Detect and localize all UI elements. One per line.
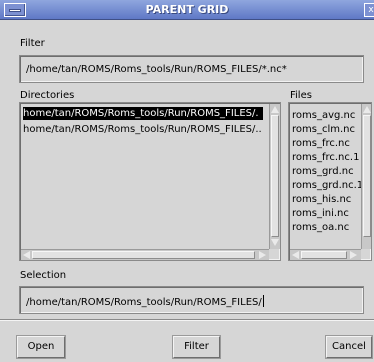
file-item[interactable]: roms_frc.nc (292, 137, 350, 150)
files-vertical-thumb[interactable] (363, 115, 371, 237)
scroll-up-arrow-icon[interactable] (363, 106, 371, 113)
directory-item[interactable]: home/tan/ROMS/Roms_tools/Run/ROMS_FILES/… (23, 123, 262, 136)
directories-horizontal-thumb[interactable] (32, 251, 255, 259)
file-item[interactable]: roms_oa.nc (292, 221, 349, 234)
files-horizontal-thumb[interactable] (301, 251, 347, 259)
directories-horizontal-scrollbar[interactable] (21, 249, 269, 260)
open-button[interactable]: Open (17, 336, 65, 358)
file-item[interactable]: roms_frc.nc.1 (292, 151, 359, 164)
window-close-button[interactable]: x (364, 3, 374, 17)
selection-input[interactable]: /home/tan/ROMS/Roms_tools/Run/ROMS_FILES… (19, 286, 364, 314)
directory-item[interactable]: home/tan/ROMS/Roms_tools/Run/ROMS_FILES/… (23, 107, 263, 120)
button-separator (0, 319, 374, 321)
directories-label: Directories (20, 90, 75, 101)
window-title: PARENT GRID (145, 3, 229, 16)
parent-grid-dialog: PARENT GRID x Filter /home/tan/ROMS/Roms… (0, 0, 374, 362)
text-caret (262, 295, 264, 307)
filter-input-text: /home/tan/ROMS/Roms_tools/Run/ROMS_FILES… (26, 64, 287, 75)
selection-input-text: /home/tan/ROMS/Roms_tools/Run/ROMS_FILES… (26, 295, 264, 308)
scroll-right-arrow-icon[interactable] (259, 251, 266, 259)
directories-list[interactable]: home/tan/ROMS/Roms_tools/Run/ROMS_FILES/… (19, 102, 281, 261)
selection-value: /home/tan/ROMS/Roms_tools/Run/ROMS_FILES… (26, 297, 262, 308)
file-item[interactable]: roms_grd.nc.1 (292, 179, 363, 192)
scroll-left-arrow-icon[interactable] (23, 251, 30, 259)
file-item[interactable]: roms_his.nc (292, 193, 351, 206)
files-label: Files (290, 90, 312, 101)
filter-button[interactable]: Filter (173, 336, 220, 358)
file-item[interactable]: roms_ini.nc (292, 207, 349, 220)
directories-vertical-thumb[interactable] (271, 115, 279, 237)
cancel-button[interactable]: Cancel (326, 336, 372, 358)
scroll-down-arrow-icon[interactable] (271, 239, 279, 246)
file-item[interactable]: roms_clm.nc (292, 123, 355, 136)
scroll-right-arrow-icon[interactable] (350, 251, 357, 259)
filter-input[interactable]: /home/tan/ROMS/Roms_tools/Run/ROMS_FILES… (19, 55, 364, 83)
selection-label: Selection (20, 270, 67, 281)
files-vertical-scrollbar[interactable] (361, 104, 371, 249)
filter-label: Filter (20, 38, 45, 49)
files-horizontal-scrollbar[interactable] (290, 249, 361, 260)
directories-vertical-scrollbar[interactable] (269, 104, 280, 249)
scroll-up-arrow-icon[interactable] (271, 106, 279, 113)
file-item[interactable]: roms_grd.nc (292, 165, 354, 178)
files-list[interactable]: roms_avg.nc roms_clm.nc roms_frc.nc roms… (288, 102, 372, 261)
scroll-left-arrow-icon[interactable] (292, 251, 299, 259)
title-bar[interactable]: PARENT GRID x (0, 0, 374, 20)
file-item[interactable]: roms_avg.nc (292, 109, 355, 122)
